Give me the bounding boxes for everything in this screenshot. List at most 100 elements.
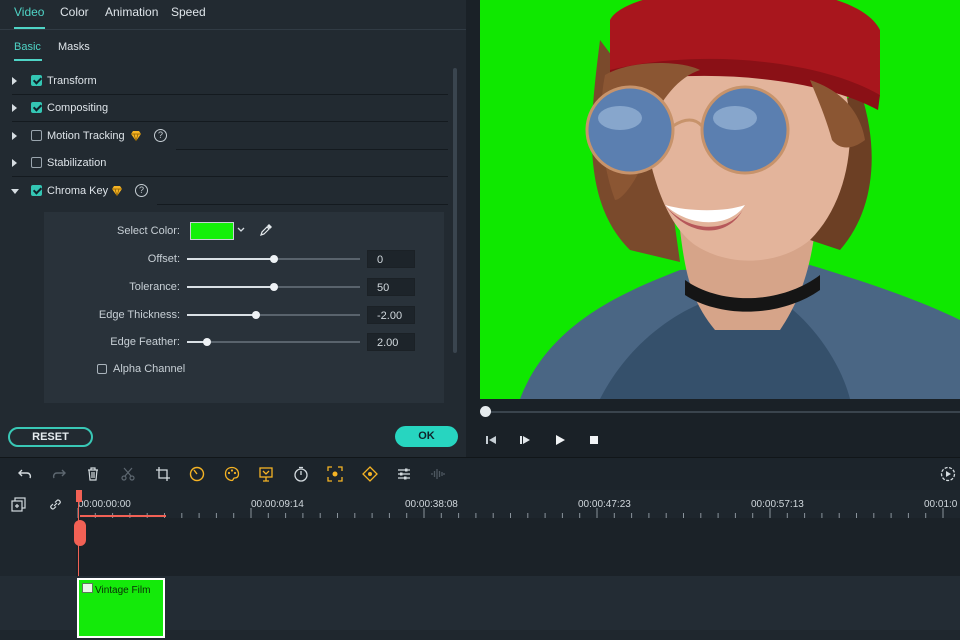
reset-button[interactable]: RESET (8, 427, 93, 447)
slider-thumb[interactable] (269, 255, 278, 263)
timeline: 5 00:00:00:00 00:00:09:14 00:00:38:08 00… (0, 490, 960, 640)
undo-icon[interactable] (17, 466, 33, 482)
link-icon[interactable] (48, 497, 63, 512)
section-transform[interactable]: Transform (0, 68, 448, 95)
slider-fill (187, 314, 257, 316)
collapse-caret-icon[interactable] (11, 189, 19, 194)
top-tab-bar: Video Color Animation Speed (0, 0, 466, 30)
tolerance-slider[interactable] (187, 283, 360, 291)
tab-masks[interactable]: Masks (58, 41, 90, 53)
tolerance-value-field[interactable]: 50 (367, 278, 415, 296)
motion-tracking-checkbox[interactable] (31, 130, 42, 141)
keyframe-icon[interactable] (258, 466, 274, 482)
section-compositing[interactable]: Compositing (0, 95, 448, 122)
video-preview[interactable] (480, 0, 960, 399)
active-subtab-indicator (14, 59, 42, 61)
add-track-icon[interactable] (11, 497, 26, 512)
ruler-ticks (77, 508, 944, 518)
chroma-key-settings: Select Color: Offset: 0 Tolerance: 50 Ed… (44, 212, 444, 403)
expand-caret-icon[interactable] (12, 132, 17, 140)
expand-caret-icon[interactable] (12, 77, 17, 85)
section-label: Compositing (47, 102, 109, 114)
edit-panel: Video Color Animation Speed Basic Masks … (0, 0, 466, 457)
stop-icon[interactable] (587, 433, 601, 447)
playhead-knob[interactable] (74, 520, 86, 546)
slider-thumb[interactable] (252, 311, 261, 319)
preview-panel (466, 0, 960, 457)
tab-color[interactable]: Color (60, 5, 89, 19)
green-screen-icon[interactable] (327, 466, 343, 482)
audio-mixer-icon[interactable] (396, 466, 412, 482)
tab-video[interactable]: Video (14, 5, 44, 19)
section-label: Transform (47, 75, 97, 87)
transform-checkbox[interactable] (31, 75, 42, 86)
expand-caret-icon[interactable] (12, 104, 17, 112)
tab-basic[interactable]: Basic (14, 41, 41, 53)
slider-thumb[interactable] (202, 338, 211, 346)
slider-fill (187, 258, 274, 260)
tab-speed[interactable]: Speed (171, 5, 206, 19)
tolerance-label: Tolerance: (129, 281, 180, 293)
playhead-handle[interactable] (76, 490, 82, 502)
play-icon[interactable] (553, 433, 567, 447)
chroma-key-checkbox[interactable] (31, 185, 42, 196)
previous-frame-icon[interactable] (484, 433, 498, 447)
timeline-clip[interactable]: Vintage Film (77, 578, 165, 638)
section-chroma-key[interactable]: Chroma Key ? (0, 178, 448, 205)
panel-scrollbar[interactable] (453, 68, 457, 353)
edge-feather-slider[interactable] (187, 338, 360, 346)
offset-value-field[interactable]: 0 (367, 250, 415, 268)
color-swatch[interactable] (190, 222, 234, 240)
crop-icon[interactable] (155, 466, 171, 482)
slider-thumb[interactable] (269, 283, 278, 291)
select-color-label: Select Color: (117, 225, 180, 237)
chevron-down-icon[interactable] (237, 226, 245, 234)
clip-label: Vintage Film (95, 585, 151, 596)
empty-track-area[interactable] (76, 518, 960, 576)
playback-progress-track[interactable] (484, 411, 960, 413)
eyedropper-icon[interactable] (259, 223, 273, 237)
alpha-channel-label: Alpha Channel (113, 363, 186, 375)
section-label: Motion Tracking (47, 130, 125, 142)
section-stabilization[interactable]: Stabilization (0, 150, 448, 177)
delete-icon[interactable] (85, 466, 101, 482)
duration-icon[interactable] (293, 466, 309, 482)
edge-thickness-value-field[interactable]: -2.00 (367, 306, 415, 324)
active-tab-indicator (14, 27, 45, 29)
offset-slider[interactable] (187, 255, 360, 263)
divider (12, 176, 448, 177)
played-range (80, 515, 166, 517)
edge-thickness-slider[interactable] (187, 311, 360, 319)
offset-label: Offset: (147, 253, 180, 265)
timeline-toolbar (0, 457, 960, 490)
help-icon[interactable]: ? (135, 184, 148, 197)
premium-diamond-icon (112, 186, 122, 196)
edge-feather-label: Edge Feather: (110, 336, 180, 348)
speed-icon[interactable] (189, 466, 205, 482)
render-icon[interactable] (940, 466, 956, 482)
stabilization-checkbox[interactable] (31, 157, 42, 168)
timeline-ruler[interactable]: 00:00:00:00 00:00:09:14 00:00:38:08 00:0… (76, 490, 960, 518)
color-icon[interactable] (224, 466, 240, 482)
clip-play-icon (82, 583, 93, 593)
audio-waveform-icon[interactable] (430, 466, 446, 482)
expand-caret-icon[interactable] (12, 159, 17, 167)
redo-icon[interactable] (51, 466, 67, 482)
playback-progress-knob[interactable] (480, 406, 491, 417)
edge-feather-value-field[interactable]: 2.00 (367, 333, 415, 351)
section-label: Stabilization (47, 157, 107, 169)
help-icon[interactable]: ? (154, 129, 167, 142)
cut-icon[interactable] (120, 466, 136, 482)
edge-thickness-label: Edge Thickness: (98, 309, 180, 321)
next-frame-icon[interactable] (518, 433, 532, 447)
divider (12, 121, 448, 122)
sub-tab-bar: Basic Masks (0, 30, 466, 63)
section-motion-tracking[interactable]: Motion Tracking ? (0, 123, 448, 150)
person-image (520, 0, 960, 399)
tab-animation[interactable]: Animation (105, 5, 158, 19)
marker-icon[interactable] (362, 466, 378, 482)
alpha-channel-checkbox[interactable] (97, 364, 107, 374)
divider (157, 204, 448, 205)
ok-button[interactable]: OK (395, 426, 458, 447)
compositing-checkbox[interactable] (31, 102, 42, 113)
